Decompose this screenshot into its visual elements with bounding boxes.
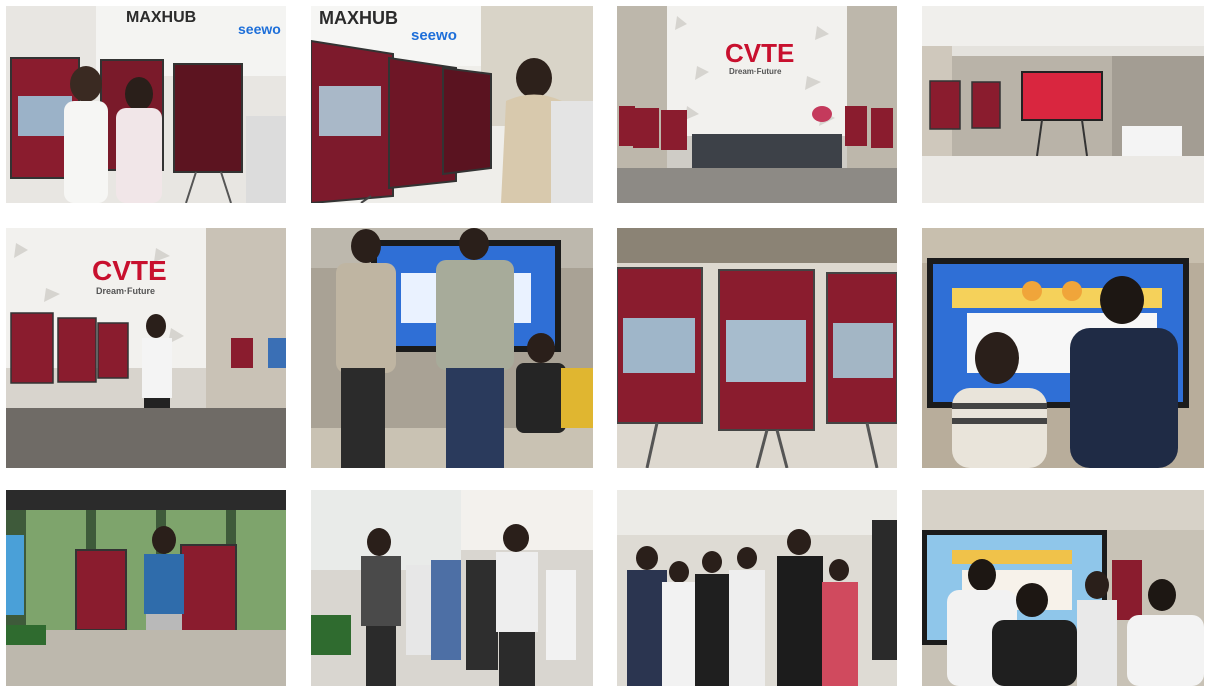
photo-r3c4-image (922, 490, 1204, 686)
cvte-logo: CVTE (92, 255, 167, 286)
photo-r1c1: MAXHUB seewo (6, 6, 286, 203)
photo-r2c1: CVTE Dream·Future (6, 228, 286, 468)
photo-r1c3: CVTE Dream·Future (617, 6, 897, 203)
photo-r2c4 (922, 228, 1204, 468)
photo-r3c1 (6, 490, 286, 686)
maxhub-logo: MAXHUB (126, 9, 196, 26)
photo-r2c3-image (617, 228, 897, 468)
photo-r2c4-image (922, 228, 1204, 468)
photo-r3c2-image (311, 490, 593, 686)
seewo-logo: seewo (411, 27, 457, 44)
photo-r1c2: MAXHUB seewo (311, 6, 593, 203)
photo-r3c2 (311, 490, 593, 686)
photo-r2c2-image (311, 228, 593, 468)
cvte-logo: CVTE (725, 38, 794, 68)
cvte-tagline: Dream·Future (96, 286, 155, 296)
photo-r1c4 (922, 6, 1204, 203)
photo-r1c4-image (922, 6, 1204, 203)
photo-r3c3 (617, 490, 897, 686)
photo-r1c1-image: MAXHUB seewo (6, 6, 286, 203)
cvte-tagline: Dream·Future (729, 67, 782, 76)
photo-r1c2-image: MAXHUB seewo (311, 6, 593, 203)
photo-r2c1-image: CVTE Dream·Future (6, 228, 286, 468)
maxhub-logo: MAXHUB (319, 8, 398, 28)
photo-r1c3-image: CVTE Dream·Future (617, 6, 897, 203)
seewo-logo: seewo (238, 21, 281, 37)
photo-r3c4 (922, 490, 1204, 686)
photo-r2c2 (311, 228, 593, 468)
photo-r3c1-image (6, 490, 286, 686)
photo-r3c3-image (617, 490, 897, 686)
photo-r2c3 (617, 228, 897, 468)
